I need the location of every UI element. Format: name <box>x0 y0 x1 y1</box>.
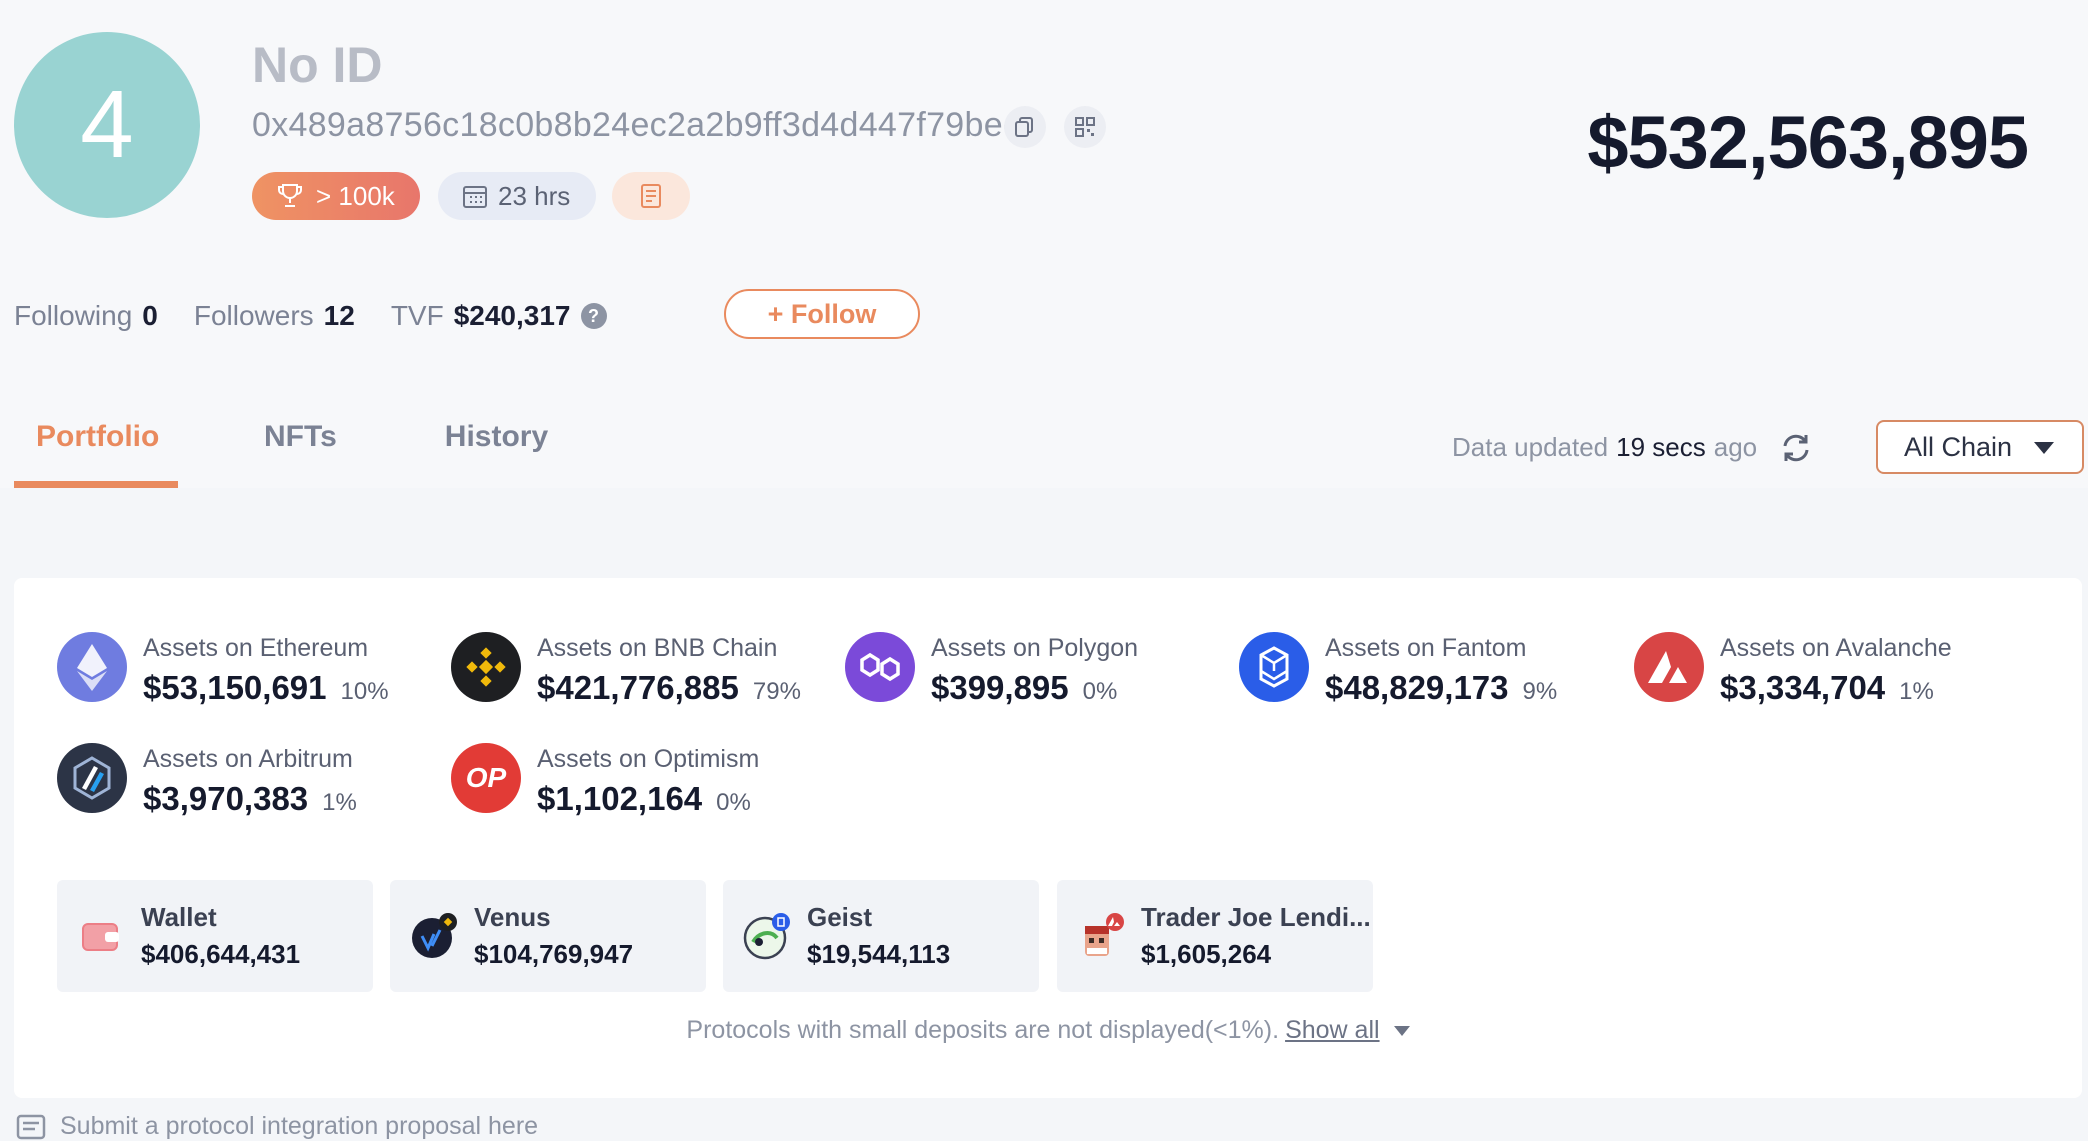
social-stats: Following 0 Followers 12 TVF $240,317? <box>14 300 643 332</box>
ethereum-icon <box>57 632 127 702</box>
show-all-link[interactable]: Show all <box>1285 1016 1380 1044</box>
rank-badge[interactable]: > 100k <box>252 172 420 220</box>
tab-bar: Portfolio NFTs History <box>14 420 570 488</box>
document-icon <box>641 184 661 208</box>
chain-item-optimism[interactable]: OP Assets on Optimism $1,102,164 0% <box>451 743 759 818</box>
avatar: 4 <box>14 32 200 218</box>
fantom-icon <box>1239 632 1309 702</box>
chain-select-dropdown[interactable]: All Chain <box>1876 420 2084 474</box>
time-badge[interactable]: 23 hrs <box>438 172 596 220</box>
geist-icon <box>743 912 791 960</box>
copy-icon[interactable] <box>1004 106 1046 148</box>
protocol-card-trader-joe[interactable]: Trader Joe Lendi... $1,605,264 <box>1057 880 1373 992</box>
tab-history[interactable]: History <box>423 420 570 488</box>
polygon-icon <box>845 632 915 702</box>
trader-joe-icon <box>1077 912 1125 960</box>
followers-stat[interactable]: Followers 12 <box>194 300 355 332</box>
tab-nfts[interactable]: NFTs <box>242 420 359 488</box>
qr-code-icon[interactable] <box>1064 106 1106 148</box>
protocol-card-geist[interactable]: Geist $19,544,113 <box>723 880 1039 992</box>
document-badge[interactable] <box>612 172 690 220</box>
optimism-icon: OP <box>451 743 521 813</box>
trophy-icon <box>278 184 302 207</box>
bnb-icon <box>451 632 521 702</box>
chain-item-ethereum[interactable]: Assets on Ethereum $53,150,691 10% <box>57 632 389 707</box>
chain-item-polygon[interactable]: Assets on Polygon $399,895 0% <box>845 632 1138 707</box>
chain-item-fantom[interactable]: Assets on Fantom $48,829,173 9% <box>1239 632 1557 707</box>
chain-item-arbitrum[interactable]: Assets on Arbitrum $3,970,383 1% <box>57 743 357 818</box>
wallet-address: 0x489a8756c18c0b8b24ec2a2b9ff3d4d447f79b… <box>252 106 1021 144</box>
wallet-icon <box>77 912 125 960</box>
calendar-icon <box>463 186 487 208</box>
tvf-stat: TVF $240,317? <box>391 300 607 332</box>
protocol-card-venus[interactable]: Venus $104,769,947 <box>390 880 706 992</box>
following-stat[interactable]: Following 0 <box>14 300 158 332</box>
small-deposits-note: Protocols with small deposits are not di… <box>0 1016 2088 1045</box>
data-updated-status: Data updated 19 secs ago <box>1452 432 1813 463</box>
message-icon <box>16 1114 46 1139</box>
arbitrum-icon <box>57 743 127 813</box>
avalanche-icon <box>1634 632 1704 702</box>
chain-item-bnb[interactable]: Assets on BNB Chain $421,776,885 79% <box>451 632 801 707</box>
chevron-down-icon[interactable] <box>1393 1026 1410 1037</box>
profile-name: No ID <box>252 37 383 93</box>
total-net-worth: $532,563,895 <box>1587 101 2029 184</box>
help-icon[interactable]: ? <box>580 303 607 329</box>
refresh-icon[interactable] <box>1779 433 1813 463</box>
submit-proposal-link[interactable]: Submit a protocol integration proposal h… <box>16 1112 538 1141</box>
venus-icon <box>410 912 458 960</box>
chevron-down-icon <box>2034 442 2054 454</box>
chain-item-avalanche[interactable]: Assets on Avalanche $3,334,704 1% <box>1634 632 1952 707</box>
protocol-card-wallet[interactable]: Wallet $406,644,431 <box>57 880 373 992</box>
follow-button[interactable]: + Follow <box>724 289 920 339</box>
tab-portfolio[interactable]: Portfolio <box>14 420 178 488</box>
